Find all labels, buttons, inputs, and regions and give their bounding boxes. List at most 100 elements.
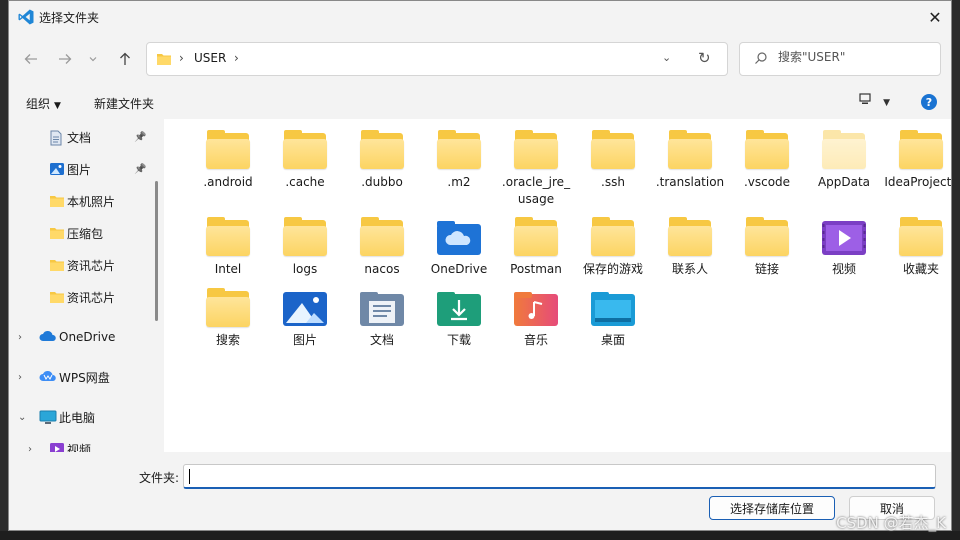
- view-options-button[interactable]: ▼: [859, 93, 890, 109]
- folder-item[interactable]: OneDrive: [422, 220, 496, 278]
- folder-item[interactable]: 下载: [422, 291, 496, 349]
- folder-item[interactable]: Intel: [191, 217, 265, 278]
- breadcrumb-user[interactable]: USER: [194, 51, 226, 65]
- forward-button[interactable]: [53, 47, 77, 71]
- sidebar-item[interactable]: 压缩包: [9, 218, 159, 248]
- chevron-right-icon[interactable]: ›: [18, 332, 22, 343]
- recent-locations-button[interactable]: [85, 47, 101, 71]
- folder-item[interactable]: 收藏夹: [884, 217, 951, 278]
- folder-item[interactable]: 桌面: [576, 291, 650, 349]
- address-bar[interactable]: › USER › ⌄ ↻: [146, 42, 728, 76]
- picture-icon: [49, 162, 65, 176]
- sidebar-item-label: 资讯芯片: [67, 290, 116, 305]
- folder-icon: [821, 130, 867, 169]
- folder-item-label: 视频: [831, 262, 856, 276]
- folder-item-label: .translation: [655, 175, 725, 189]
- folder-item[interactable]: nacos: [345, 217, 419, 278]
- folder-item[interactable]: .vscode: [730, 130, 804, 191]
- folder-item-label: .vscode: [743, 175, 791, 189]
- help-button[interactable]: ?: [921, 94, 937, 110]
- folder-item[interactable]: 保存的游戏: [576, 217, 650, 278]
- folder-icon: [49, 290, 65, 304]
- folder-icon: [667, 130, 713, 169]
- sidebar-item[interactable]: ⌄ 此电脑: [9, 402, 159, 432]
- text-cursor: [189, 469, 190, 484]
- folder-icon: [282, 217, 328, 256]
- breadcrumb-separator[interactable]: ›: [234, 51, 239, 65]
- sidebar-item[interactable]: 资讯芯片: [9, 250, 159, 280]
- folder-item-label: 文档: [369, 333, 394, 347]
- music-folder-icon: [513, 291, 559, 327]
- background-editor-bottom: [0, 531, 960, 540]
- chevron-right-icon[interactable]: ›: [18, 372, 22, 383]
- cloud-icon: [39, 330, 56, 344]
- folder-item[interactable]: 图片: [268, 291, 342, 349]
- folder-item[interactable]: .android: [191, 130, 265, 191]
- folder-item-label: nacos: [364, 262, 400, 276]
- chevron-down-icon[interactable]: ⌄: [18, 412, 26, 423]
- new-folder-button[interactable]: 新建文件夹: [94, 95, 154, 112]
- up-button[interactable]: [113, 47, 137, 71]
- folder-item[interactable]: 音乐: [499, 291, 573, 349]
- sidebar-item-label: 图片: [67, 162, 92, 177]
- sidebar-item[interactable]: › OneDrive: [9, 322, 159, 352]
- folder-item-label: Postman: [510, 262, 562, 276]
- organize-menu-button[interactable]: 组织 ▼: [26, 95, 61, 112]
- folder-item[interactable]: .dubbo: [345, 130, 419, 191]
- sidebar-item[interactable]: › WPS网盘: [9, 362, 159, 392]
- folder-item[interactable]: .oracle_jre_usage: [499, 130, 573, 208]
- computer-icon: [39, 410, 57, 424]
- folder-icon: [359, 217, 405, 256]
- desktop-folder-icon: [590, 291, 636, 327]
- title-bar: 选择文件夹 ✕: [9, 1, 951, 33]
- dialog-title: 选择文件夹: [39, 11, 100, 25]
- search-input[interactable]: [778, 50, 928, 64]
- folder-item[interactable]: .translation: [653, 130, 727, 191]
- sidebar-item-label: 本机照片: [67, 194, 116, 209]
- folder-item-label: .m2: [447, 175, 471, 189]
- wps-cloud-icon: [39, 370, 56, 384]
- caret-down-icon: ▼: [883, 98, 891, 108]
- folder-item-label: 音乐: [523, 333, 548, 347]
- close-icon: ✕: [928, 7, 942, 27]
- close-button[interactable]: ✕: [919, 1, 951, 33]
- view-layout-icon: [859, 93, 871, 104]
- refresh-icon[interactable]: ↻: [698, 49, 711, 67]
- sidebar-item-label: 文档: [67, 130, 92, 145]
- select-repository-location-button[interactable]: 选择存储库位置: [709, 496, 835, 520]
- sidebar-item[interactable]: 文档 📌: [9, 122, 159, 152]
- folder-item[interactable]: IdeaProjects: [884, 130, 951, 191]
- folder-item[interactable]: Postman: [499, 217, 573, 278]
- folder-item[interactable]: 视频: [807, 220, 881, 278]
- address-dropdown-icon[interactable]: ⌄: [662, 51, 671, 64]
- folder-item-label: logs: [292, 262, 318, 276]
- sidebar-item[interactable]: › 视频: [9, 434, 159, 452]
- chevron-right-icon[interactable]: ›: [28, 444, 32, 453]
- folder-item-label: OneDrive: [430, 262, 488, 276]
- folder-item-label: 收藏夹: [902, 262, 939, 276]
- sidebar-item[interactable]: 资讯芯片: [9, 282, 159, 312]
- folder-item-label: .android: [203, 175, 253, 189]
- folder-item[interactable]: .m2: [422, 130, 496, 191]
- folder-item[interactable]: .ssh: [576, 130, 650, 191]
- back-button[interactable]: [19, 47, 43, 71]
- folder-item[interactable]: 链接: [730, 217, 804, 278]
- folder-item[interactable]: logs: [268, 217, 342, 278]
- search-box[interactable]: [739, 42, 941, 76]
- folder-item[interactable]: 搜索: [191, 288, 265, 349]
- sidebar-item-label: OneDrive: [59, 330, 116, 344]
- pin-icon: 📌: [134, 131, 147, 143]
- folder-item-label: 链接: [754, 262, 779, 276]
- folder-item[interactable]: .cache: [268, 130, 342, 191]
- arrow-right-icon: [59, 54, 72, 64]
- help-icon: ?: [925, 95, 933, 109]
- chevron-down-icon: [89, 57, 97, 62]
- folder-item[interactable]: 文档: [345, 291, 419, 349]
- folder-item[interactable]: 联系人: [653, 217, 727, 278]
- sidebar-item[interactable]: 图片 📌: [9, 154, 159, 184]
- onedrive-folder-icon: [436, 220, 482, 256]
- sidebar-item-label: 此电脑: [59, 410, 96, 425]
- sidebar-item[interactable]: 本机照片: [9, 186, 159, 216]
- folder-name-input[interactable]: [183, 464, 936, 489]
- folder-item[interactable]: AppData: [807, 130, 881, 191]
